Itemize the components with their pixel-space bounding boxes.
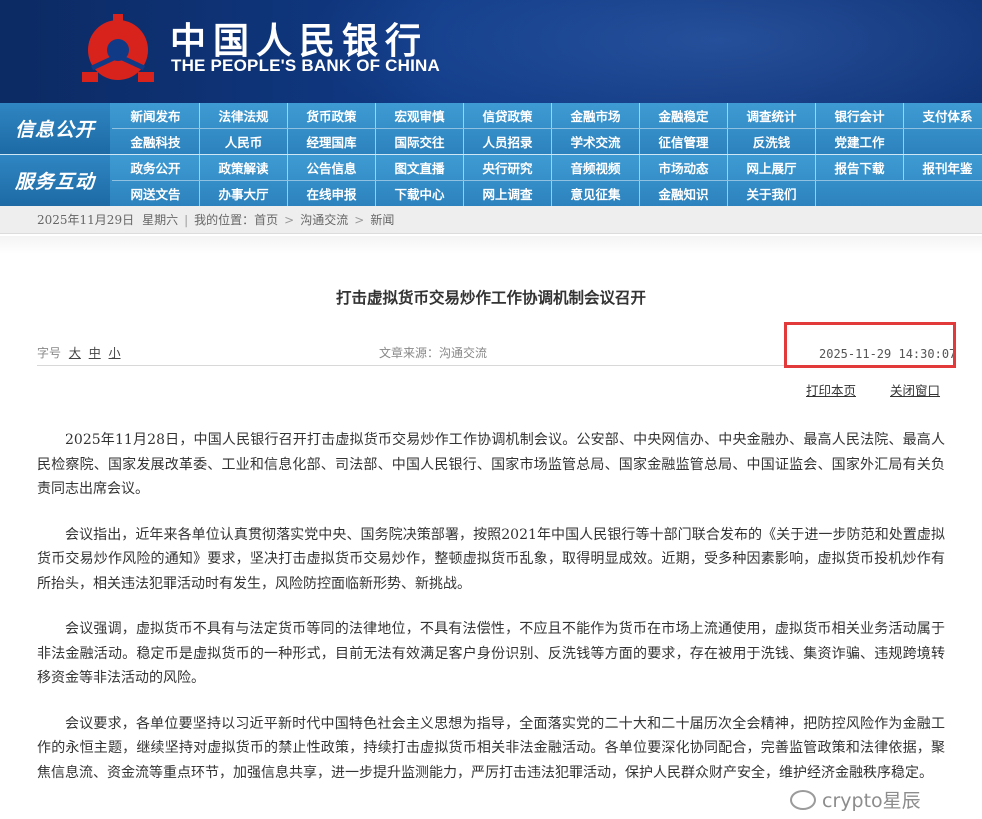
nav-info-upper-item[interactable]: 法律法规 <box>200 103 288 128</box>
nav-info-upper-item[interactable]: 货币政策 <box>288 103 376 128</box>
article-body: 2025年11月28日，中国人民银行召开打击虚拟货币交易炒作工作协调机制会议。公… <box>37 428 945 806</box>
article-title: 打击虚拟货币交易炒作工作协调机制会议召开 <box>335 288 646 307</box>
nav-info-lower-item[interactable]: 经理国库 <box>288 129 376 154</box>
nav-info-upper-item[interactable]: 银行会计 <box>816 103 904 128</box>
nav-info-upper-item[interactable]: 宏观审慎 <box>376 103 464 128</box>
highlight-box <box>784 322 956 368</box>
nav-service-upper-item[interactable]: 公告信息 <box>288 155 376 180</box>
print-action: 打印本页 <box>806 380 856 399</box>
font-size-large-link[interactable]: 大 <box>69 346 81 360</box>
article-paragraph: 会议强调，虚拟货币不具有与法定货币等同的法律地位，不具有法偿性，不应且不能作为货… <box>37 621 945 686</box>
nav-group-info: 信息公开 新闻发布 法律法规 货币政策 宏观审慎 信贷政策 金融市场 金融稳定 调查统计 银行会… <box>0 103 982 154</box>
breadcrumb-separator: > <box>354 212 365 227</box>
nav-service-upper-item[interactable]: 市场动态 <box>640 155 728 180</box>
nav-info-lower-item[interactable]: 国际交往 <box>376 129 464 154</box>
site-title-en: THE PEOPLE'S BANK OF CHINA <box>171 56 440 75</box>
watermark: crypto星辰 <box>790 786 921 813</box>
nav-service-lower-item[interactable]: 在线申报 <box>288 181 376 206</box>
nav-group-label-info: 信息公开 <box>0 103 110 154</box>
pboc-emblem-icon[interactable] <box>78 10 158 90</box>
nav-service-upper-item[interactable]: 音频视频 <box>552 155 640 180</box>
breadcrumb-level3[interactable]: 新闻 <box>370 211 394 228</box>
nav-info-upper-item[interactable]: 信贷政策 <box>464 103 552 128</box>
nav-service-lower-item[interactable]: 下载中心 <box>376 181 464 206</box>
watermark-text: crypto星辰 <box>822 790 921 812</box>
content-shadow <box>0 236 982 254</box>
print-page-link[interactable]: 打印本页 <box>806 383 856 398</box>
nav-grid-service: 政务公开 政策解读 公告信息 图文直播 央行研究 音频视频 市场动态 网上展厅 报告下载 报刊年鉴… <box>112 155 982 206</box>
close-window-link[interactable]: 关闭窗口 <box>890 383 940 398</box>
article-source: 文章来源：沟通交流 <box>379 346 488 360</box>
nav-info-lower-item[interactable]: 征信管理 <box>640 129 728 154</box>
current-date: 2025年11月29日 <box>37 213 135 227</box>
nav-group-service: 服务互动 政务公开 政策解读 公告信息 图文直播 央行研究 音频视频 市场动态 网上展厅 报告下… <box>0 155 982 206</box>
current-weekday: 星期六 <box>142 213 179 227</box>
nav-group-label-service: 服务互动 <box>0 155 110 206</box>
nav-info-lower-item[interactable]: 金融科技 <box>112 129 200 154</box>
font-size-small-link[interactable]: 小 <box>109 346 121 360</box>
nav-info-upper-item[interactable]: 调查统计 <box>728 103 816 128</box>
nav-service-lower-item[interactable]: 金融知识 <box>640 181 728 206</box>
font-size-label: 字号 <box>37 346 62 360</box>
nav-service-lower-item[interactable]: 网送文告 <box>112 181 200 206</box>
nav-info-lower-item[interactable]: 人民币 <box>200 129 288 154</box>
breadcrumb-separator: | <box>184 212 189 227</box>
nav-grid-info: 新闻发布 法律法规 货币政策 宏观审慎 信贷政策 金融市场 金融稳定 调查统计 银行会计 支付体系… <box>112 103 982 154</box>
breadcrumb-level2[interactable]: 沟通交流 <box>300 211 348 228</box>
nav-service-upper-item[interactable]: 网上展厅 <box>728 155 816 180</box>
font-size-switcher: 字号 大 中 小 <box>37 344 121 361</box>
breadcrumb: 2025年11月29日 星期六 | 我的位置：首页 > 沟通交流 > 新闻 <box>0 206 982 234</box>
site-header: 中国人民银行 THE PEOPLE'S BANK OF CHINA <box>0 0 982 103</box>
article-paragraph: 2025年11月28日，中国人民银行召开打击虚拟货币交易炒作工作协调机制会议。公… <box>37 432 945 497</box>
nav-service-upper-item[interactable]: 政务公开 <box>112 155 200 180</box>
main-nav: 信息公开 新闻发布 法律法规 货币政策 宏观审慎 信贷政策 金融市场 金融稳定 调查统计 银行会… <box>0 103 982 206</box>
nav-service-upper-item[interactable]: 图文直播 <box>376 155 464 180</box>
nav-info-lower-item[interactable]: 学术交流 <box>552 129 640 154</box>
nav-service-lower-item[interactable]: 办事大厅 <box>200 181 288 206</box>
breadcrumb-separator: > <box>284 212 295 227</box>
nav-info-lower-item[interactable]: 党建工作 <box>816 129 904 154</box>
nav-service-upper-item[interactable]: 报告下载 <box>816 155 904 180</box>
nav-service-upper-item[interactable]: 央行研究 <box>464 155 552 180</box>
nav-service-lower-item[interactable]: 关于我们 <box>728 181 816 206</box>
nav-info-upper-item[interactable]: 金融稳定 <box>640 103 728 128</box>
nav-service-lower-item[interactable]: 意见征集 <box>552 181 640 206</box>
font-size-medium-link[interactable]: 中 <box>89 346 101 360</box>
breadcrumb-home[interactable]: 我的位置：首页 <box>194 211 278 228</box>
nav-info-lower-item[interactable]: 反洗钱 <box>728 129 816 154</box>
nav-info-upper-item[interactable]: 支付体系 <box>904 103 982 128</box>
nav-service-upper-item[interactable]: 报刊年鉴 <box>904 155 982 180</box>
nav-info-lower-item[interactable]: 人员招录 <box>464 129 552 154</box>
wechat-channel-icon <box>790 789 816 810</box>
article-paragraph: 会议指出，近年来各单位认真贯彻落实党中央、国务院决策部署，按照2021年中国人民… <box>37 526 945 592</box>
article-paragraph: 会议要求，各单位要坚持以习近平新时代中国特色社会主义思想为指导，全面落实党的二十… <box>37 715 945 781</box>
nav-service-upper-item[interactable]: 政策解读 <box>200 155 288 180</box>
nav-info-upper-item[interactable]: 新闻发布 <box>112 103 200 128</box>
close-action: 关闭窗口 <box>890 380 940 399</box>
nav-info-upper-item[interactable]: 金融市场 <box>552 103 640 128</box>
nav-service-lower-item[interactable]: 网上调查 <box>464 181 552 206</box>
